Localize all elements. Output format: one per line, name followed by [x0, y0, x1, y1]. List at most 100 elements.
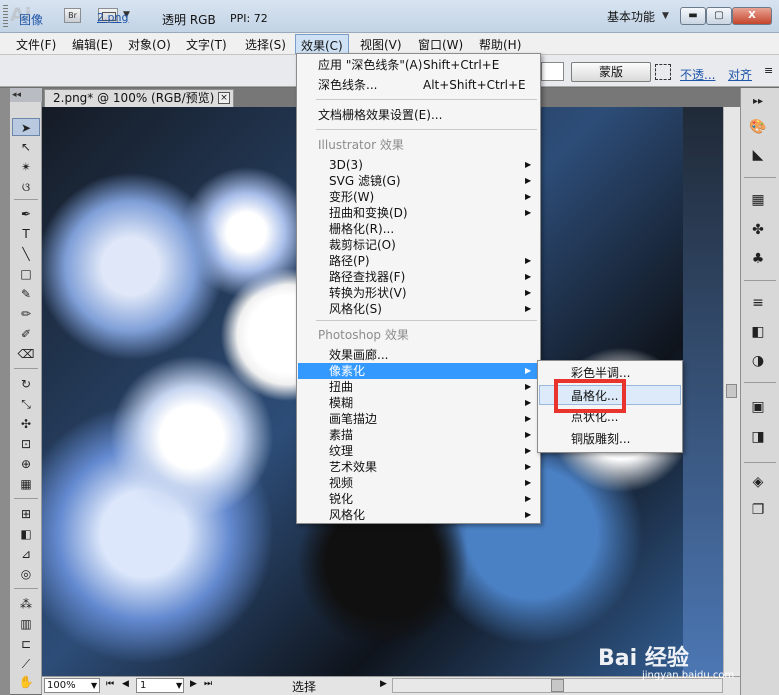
menu-stylize-photoshop[interactable]: 风格化 ▶: [298, 507, 539, 523]
menu-distort[interactable]: 扭曲 ▶: [298, 379, 539, 395]
symbol-sprayer-tool-icon[interactable]: ⁂: [12, 595, 40, 613]
pencil-tool-icon[interactable]: ✏: [12, 305, 40, 323]
control-file-link[interactable]: 2.png: [97, 11, 128, 24]
workspace-switcher[interactable]: 基本功能: [607, 8, 655, 25]
menu-sharpen[interactable]: 锐化 ▶: [298, 491, 539, 507]
status-tool-label[interactable]: 选择: [292, 678, 316, 695]
horizontal-scroll-thumb[interactable]: [551, 679, 564, 692]
menu-window[interactable]: 窗口(W): [418, 36, 463, 53]
menu-video[interactable]: 视频 ▶: [298, 475, 539, 491]
menu-last-effect[interactable]: 深色线条... Alt+Shift+Ctrl+E: [298, 77, 539, 93]
last-artboard-icon[interactable]: ⏭: [204, 679, 212, 689]
graphic-styles-icon[interactable]: ◨: [747, 427, 769, 447]
menu-brush-strokes[interactable]: 画笔描边 ▶: [298, 411, 539, 427]
color-panel-icon[interactable]: 🎨: [747, 117, 769, 137]
paintbrush-tool-icon[interactable]: ✎: [12, 285, 40, 303]
minimize-button[interactable]: ▬: [680, 7, 706, 25]
mesh-tool-icon[interactable]: ⊞: [12, 505, 40, 523]
menu-path[interactable]: 路径(P) ▶: [298, 253, 539, 269]
shape-builder-tool-icon[interactable]: ⊕: [12, 455, 40, 473]
line-tool-icon[interactable]: ╲: [12, 245, 40, 263]
menu-distort-transform[interactable]: 扭曲和变换(D) ▶: [298, 205, 539, 221]
selection-tool-icon[interactable]: ➤: [12, 118, 40, 136]
chevron-down-icon[interactable]: ▼: [91, 681, 97, 690]
opacity-link[interactable]: 不透...: [680, 66, 715, 83]
hand-tool-icon[interactable]: ✋: [12, 673, 40, 691]
lasso-tool-icon[interactable]: ଓ: [12, 178, 40, 196]
gradient-panel-icon[interactable]: ◧: [747, 322, 769, 342]
menu-warp[interactable]: 变形(W) ▶: [298, 189, 539, 205]
menu-select[interactable]: 选择(S): [245, 36, 286, 53]
type-tool-icon[interactable]: T: [12, 225, 40, 243]
eyedropper-tool-icon[interactable]: ⊿: [12, 545, 40, 563]
menu-help[interactable]: 帮助(H): [479, 36, 521, 53]
menu-crop-marks[interactable]: 裁剪标记(O): [298, 237, 539, 253]
menu-svg-filters[interactable]: SVG 滤镜(G) ▶: [298, 173, 539, 189]
menu-edit[interactable]: 编辑(E): [72, 36, 113, 53]
menu-stylize-illustrator[interactable]: 风格化(S) ▶: [298, 301, 539, 317]
column-graph-tool-icon[interactable]: ▥: [12, 615, 40, 633]
status-menu-icon[interactable]: ▶: [380, 679, 387, 689]
stroke-icon[interactable]: ≡: [747, 293, 769, 313]
scale-tool-icon[interactable]: ⤡: [12, 395, 40, 413]
gradient-tool-icon[interactable]: ◧: [12, 525, 40, 543]
perspective-grid-tool-icon[interactable]: ▦: [12, 475, 40, 493]
document-tab[interactable]: 2.png* @ 100% (RGB/预览): [44, 89, 234, 107]
menu-artistic[interactable]: 艺术效果 ▶: [298, 459, 539, 475]
direct-selection-tool-icon[interactable]: ↖: [12, 138, 40, 156]
appearance-icon[interactable]: ▣: [747, 397, 769, 417]
menu-object[interactable]: 对象(O): [128, 36, 171, 53]
next-artboard-icon[interactable]: ▶: [190, 679, 197, 689]
menu-effect-gallery[interactable]: 效果画廊...: [298, 347, 539, 363]
layers-icon[interactable]: ◈: [747, 472, 769, 492]
menu-effect[interactable]: 效果(C): [295, 34, 349, 54]
rotate-tool-icon[interactable]: ↻: [12, 375, 40, 393]
free-transform-tool-icon[interactable]: ⊡: [12, 435, 40, 453]
eraser-tool-icon[interactable]: ⌫: [12, 345, 40, 363]
menu-file[interactable]: 文件(F): [16, 36, 56, 53]
menu-texture[interactable]: 纹理 ▶: [298, 443, 539, 459]
grip-icon[interactable]: [3, 5, 8, 27]
menu-sketch[interactable]: 素描 ▶: [298, 427, 539, 443]
bridge-button[interactable]: Br: [64, 8, 81, 23]
menu-convert-to-shape[interactable]: 转换为形状(V) ▶: [298, 285, 539, 301]
align-link[interactable]: 对齐: [728, 66, 752, 83]
mask-button[interactable]: 蒙版: [571, 62, 651, 82]
color-guide-icon[interactable]: ◣: [747, 145, 769, 165]
blend-tool-icon[interactable]: ◎: [12, 565, 40, 583]
symbols-icon[interactable]: ♣: [747, 249, 769, 269]
chevron-down-icon[interactable]: ▼: [662, 11, 669, 21]
chevron-down-icon[interactable]: ▼: [176, 681, 182, 690]
previous-artboard-icon[interactable]: ◀: [122, 679, 129, 689]
menu-rasterize[interactable]: 栅格化(R)...: [298, 221, 539, 237]
warp-tool-icon[interactable]: ✣: [12, 415, 40, 433]
close-icon[interactable]: ×: [218, 92, 230, 104]
maximize-button[interactable]: ▢: [706, 7, 732, 25]
slice-tool-icon[interactable]: ⟋: [12, 655, 40, 673]
close-button[interactable]: X: [732, 7, 772, 25]
vertical-scroll-thumb[interactable]: [726, 384, 737, 398]
first-artboard-icon[interactable]: ⏮: [106, 679, 114, 689]
menu-apply-last-effect[interactable]: 应用 "深色线条"(A) Shift+Ctrl+E: [298, 57, 539, 73]
menu-raster-effect-settings[interactable]: 文档栅格效果设置(E)...: [298, 107, 539, 123]
rectangle-tool-icon[interactable]: □: [12, 265, 40, 283]
transform-icon[interactable]: [655, 64, 671, 80]
toolbox-collapse-icon[interactable]: ◂◂: [10, 88, 42, 102]
swatches-icon[interactable]: ▦: [747, 190, 769, 210]
blob-brush-tool-icon[interactable]: ✐: [12, 325, 40, 343]
artboard-tool-icon[interactable]: ⊏: [12, 635, 40, 653]
transparency-icon[interactable]: ◑: [747, 351, 769, 371]
menu-view[interactable]: 视图(V): [360, 36, 402, 53]
menu-type[interactable]: 文字(T): [186, 36, 227, 53]
pen-tool-icon[interactable]: ✒: [12, 205, 40, 223]
panel-menu-icon[interactable]: ≡: [764, 64, 773, 77]
control-image-label[interactable]: 图像: [19, 11, 43, 28]
artboards-icon[interactable]: ❐: [747, 500, 769, 520]
menu-pathfinder[interactable]: 路径查找器(F) ▶: [298, 269, 539, 285]
submenu-mezzotint[interactable]: 铜版雕刻...: [539, 429, 681, 449]
control-input[interactable]: [541, 62, 564, 81]
magic-wand-tool-icon[interactable]: ✴: [12, 158, 40, 176]
dock-expand-icon[interactable]: ▸▸: [747, 92, 769, 112]
menu-pixelate[interactable]: 像素化 ▶: [298, 363, 539, 379]
menu-blur[interactable]: 模糊 ▶: [298, 395, 539, 411]
